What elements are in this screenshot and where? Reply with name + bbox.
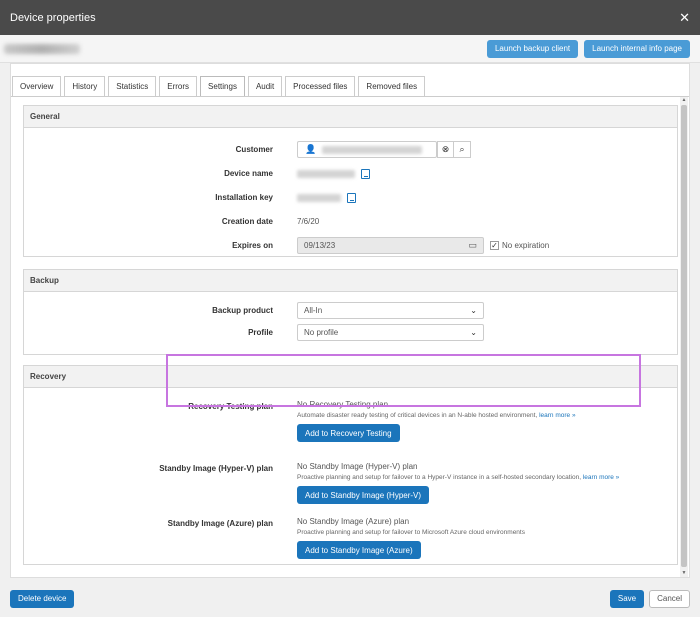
standby-azure-description: Proactive planning and setup for failove… — [297, 529, 525, 536]
expires-on-field[interactable]: 09/13/23 ▭ — [297, 237, 484, 254]
general-section: General Customer 👤 ⊗ ⌕ Device name Insta… — [23, 105, 678, 257]
delete-device-button[interactable]: Delete device — [10, 589, 75, 608]
tab-errors[interactable]: Errors — [159, 76, 198, 96]
customer-value-redacted — [322, 145, 423, 154]
no-expiration-checkbox[interactable]: ✓ — [490, 241, 499, 250]
tab-settings[interactable]: Settings — [200, 76, 245, 96]
expires-on-value: 09/13/23 — [304, 241, 336, 250]
launch-internal-info-button[interactable]: Launch internal info page — [584, 39, 690, 58]
copy-icon[interactable] — [361, 168, 370, 179]
tab-removed-files[interactable]: Removed files — [358, 76, 426, 96]
tab-processed-files[interactable]: Processed files — [285, 76, 356, 96]
no-expiration-label: No expiration — [502, 241, 550, 250]
profile-select[interactable]: No profile ⌄ — [297, 324, 484, 341]
chevron-down-icon: ⌄ — [470, 328, 477, 337]
customer-label: Customer — [235, 145, 273, 154]
profile-value: No profile — [304, 328, 339, 337]
properties-panel: Overview History Statistics Errors Setti… — [10, 63, 690, 578]
tab-statistics[interactable]: Statistics — [108, 76, 157, 96]
standby-hyperv-description: Proactive planning and setup for failove… — [297, 474, 620, 481]
standby-azure-value: No Standby Image (Azure) plan — [297, 517, 410, 526]
standby-hyperv-value: No Standby Image (Hyper-V) plan — [297, 462, 418, 471]
creation-date-value: 7/6/20 — [297, 217, 320, 226]
customer-field[interactable]: 👤 — [297, 141, 437, 158]
device-header: Launch backup client Launch internal inf… — [0, 35, 700, 63]
scroll-down-arrow-icon[interactable]: ▼ — [680, 570, 688, 577]
cancel-button[interactable]: Cancel — [649, 589, 690, 608]
expires-on-label: Expires on — [232, 241, 273, 250]
launch-backup-client-button[interactable]: Launch backup client — [486, 39, 579, 58]
learn-more-link[interactable]: learn more » — [539, 412, 576, 419]
backup-product-select[interactable]: All-In ⌄ — [297, 302, 484, 319]
standby-azure-label: Standby Image (Azure) plan — [167, 519, 273, 528]
clear-icon[interactable]: ⊗ — [437, 141, 454, 158]
copy-icon[interactable] — [347, 192, 356, 203]
settings-panel: General Customer 👤 ⊗ ⌕ Device name Insta… — [11, 96, 689, 577]
device-name-label: Device name — [224, 169, 273, 178]
user-icon: 👤 — [305, 144, 317, 154]
creation-date-label: Creation date — [221, 217, 273, 226]
installation-key-redacted — [297, 193, 341, 202]
learn-more-link[interactable]: learn more » — [583, 474, 620, 481]
profile-label: Profile — [248, 328, 273, 337]
footer: Delete device Save Cancel — [0, 580, 700, 617]
backup-product-label: Backup product — [212, 306, 273, 315]
device-name-redacted — [4, 43, 80, 54]
backup-section: Backup Backup product All-In ⌄ Profile N… — [23, 269, 678, 355]
calendar-icon[interactable]: ▭ — [468, 240, 477, 251]
chevron-down-icon: ⌄ — [470, 306, 477, 315]
scrollbar-thumb[interactable] — [681, 105, 687, 567]
general-heading: General — [24, 106, 677, 128]
tab-bar: Overview History Statistics Errors Setti… — [11, 64, 689, 96]
save-button[interactable]: Save — [609, 589, 645, 608]
tab-overview[interactable]: Overview — [12, 76, 62, 96]
scrollbar[interactable]: ▲ ▼ — [680, 97, 688, 577]
add-to-standby-azure-button[interactable]: Add to Standby Image (Azure) — [297, 541, 421, 559]
installation-key-label: Installation key — [215, 193, 273, 202]
close-icon[interactable]: ✕ — [679, 10, 690, 26]
tab-history[interactable]: History — [64, 76, 106, 96]
backup-product-value: All-In — [304, 306, 323, 315]
recovery-testing-highlight — [166, 354, 641, 407]
tab-audit[interactable]: Audit — [247, 76, 283, 96]
backup-heading: Backup — [24, 270, 677, 292]
window-title: Device properties — [10, 11, 96, 24]
device-name-value-redacted — [297, 169, 355, 178]
add-to-standby-hyperv-button[interactable]: Add to Standby Image (Hyper-V) — [297, 486, 430, 504]
scroll-up-arrow-icon[interactable]: ▲ — [680, 97, 688, 104]
recovery-testing-description: Automate disaster ready testing of criti… — [297, 412, 576, 419]
add-to-recovery-testing-button[interactable]: Add to Recovery Testing — [297, 424, 400, 442]
title-bar: Device properties ✕ — [0, 0, 700, 35]
search-icon[interactable]: ⌕ — [454, 141, 471, 158]
standby-hyperv-label: Standby Image (Hyper-V) plan — [159, 464, 273, 473]
